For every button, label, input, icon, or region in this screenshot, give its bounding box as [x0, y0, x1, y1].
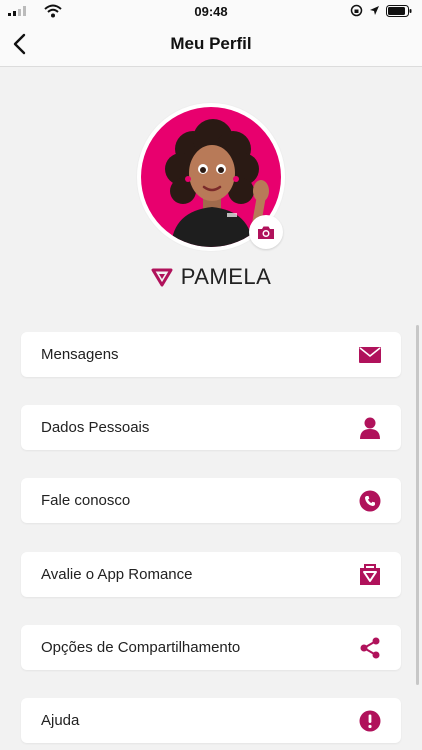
rotation-lock-icon — [350, 4, 363, 17]
exclamation-icon — [359, 710, 381, 731]
change-photo-button[interactable] — [249, 215, 283, 249]
menu-item-mensagens[interactable]: Mensagens — [21, 332, 401, 377]
phone-icon — [359, 490, 381, 511]
share-icon — [360, 637, 380, 658]
menu-item-ajuda[interactable]: Ajuda — [21, 698, 401, 743]
menu-item-avalie-app[interactable]: Avalie o App Romance — [21, 552, 401, 597]
menu-item-label: Opções de Compartilhamento — [41, 639, 241, 656]
menu-item-label: Fale conosco — [41, 492, 131, 509]
menu-item-dados-pessoais[interactable]: Dados Pessoais — [21, 405, 401, 450]
person-icon — [360, 417, 380, 439]
romance-logo-icon — [151, 268, 173, 287]
profile-name: PAMELA — [180, 264, 272, 289]
scrollbar[interactable] — [416, 325, 419, 685]
menu-item-label: Ajuda — [41, 712, 80, 729]
page-title: Meu Perfil — [170, 34, 252, 53]
romance-bag-icon — [360, 563, 380, 585]
menu-item-fale-conosco[interactable]: Fale conosco — [21, 478, 401, 523]
profile-name-row: PAMELA — [0, 264, 422, 290]
battery-icon — [386, 4, 412, 17]
navigation-bar: Meu Perfil — [0, 22, 422, 67]
menu-item-label: Mensagens — [41, 346, 119, 363]
status-bar: 09:48 — [0, 0, 422, 22]
menu-item-opcoes-compartilhamento[interactable]: Opções de Compartilhamento — [21, 625, 401, 670]
envelope-icon — [359, 346, 381, 363]
profile-avatar-container — [137, 103, 285, 251]
menu-item-label: Dados Pessoais — [41, 419, 150, 436]
menu-item-label: Avalie o App Romance — [41, 566, 193, 583]
camera-icon — [258, 226, 274, 239]
location-arrow-icon — [370, 6, 379, 15]
